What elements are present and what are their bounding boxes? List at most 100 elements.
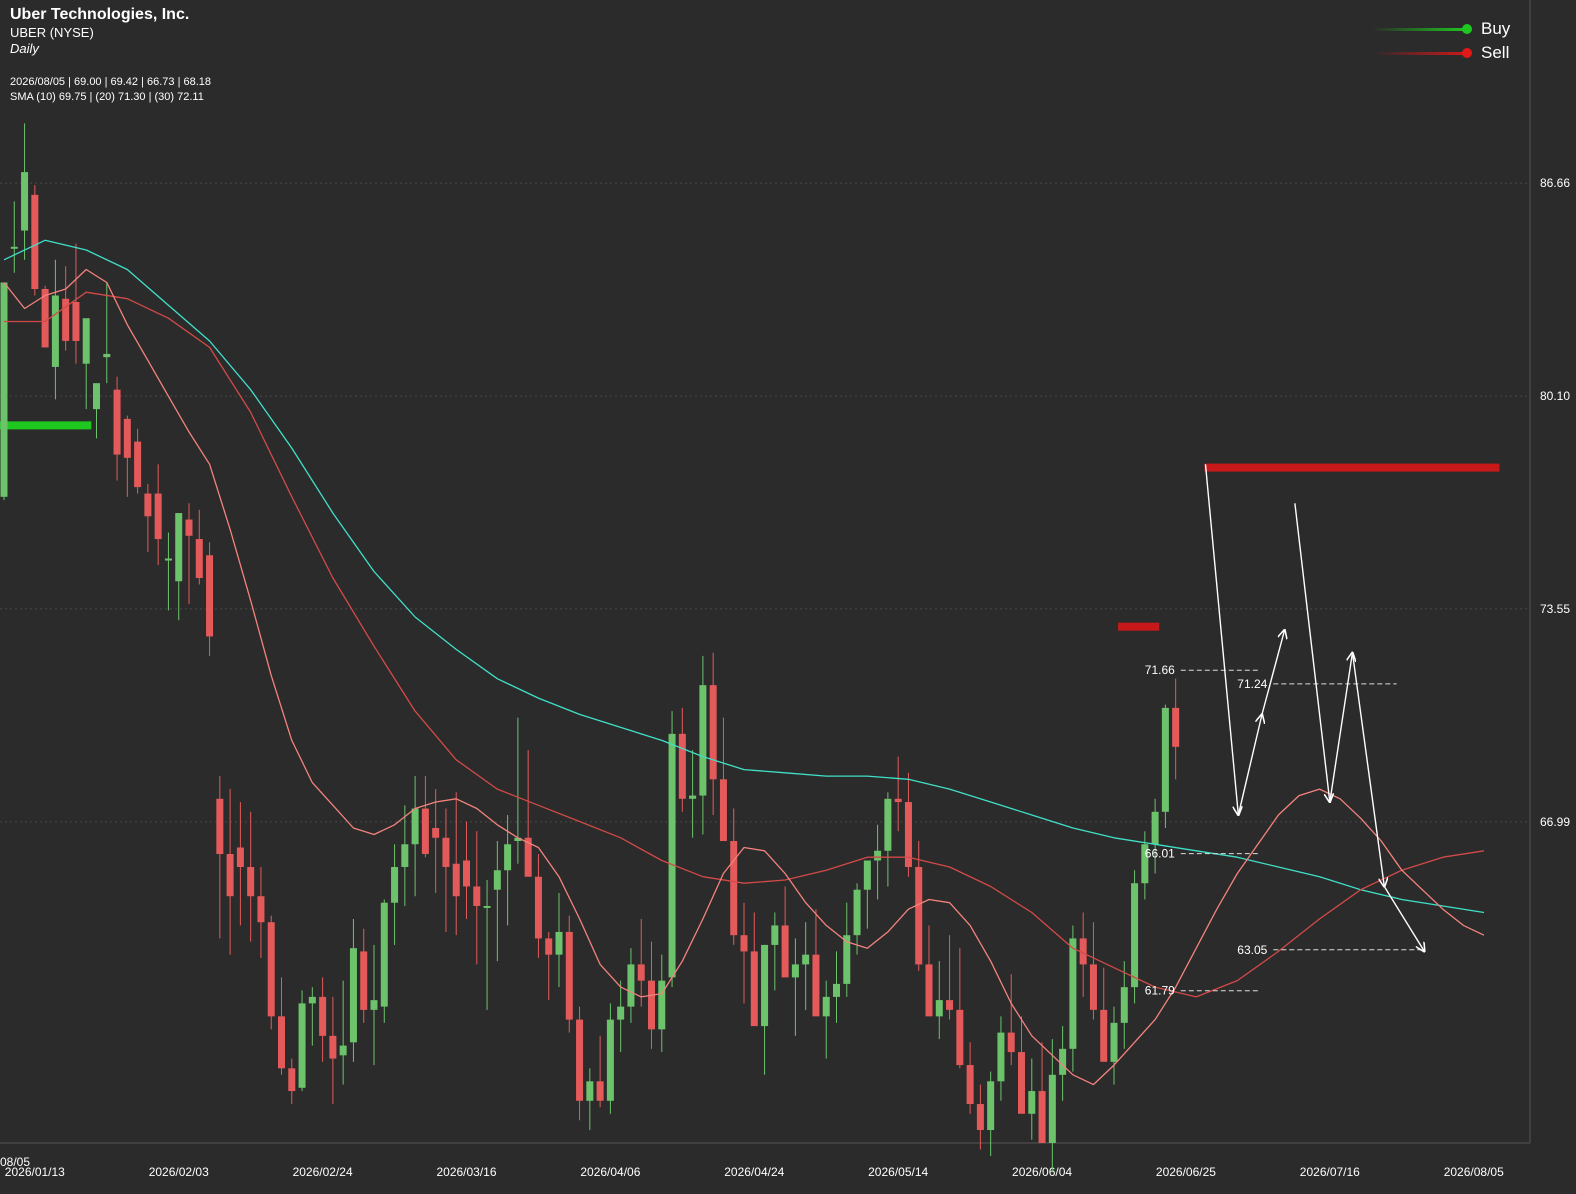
candle-body — [648, 980, 655, 1030]
candle-body — [740, 935, 748, 952]
candle-body — [82, 318, 90, 364]
buy-zone — [0, 421, 92, 430]
target-level-label: 61.79 — [1145, 984, 1175, 998]
x-tick-label: 2026/06/04 — [1012, 1165, 1072, 1179]
candle-body — [802, 954, 810, 965]
candle-body — [185, 519, 193, 536]
sma30-line — [3, 239, 1485, 914]
candle-body — [1151, 811, 1159, 845]
candle-body — [154, 493, 162, 540]
candle-body — [51, 295, 59, 367]
candle-body — [730, 841, 738, 936]
candle-body — [103, 353, 111, 358]
sma-readout: SMA (10) 69.75 | (20) 71.30 | (30) 72.11 — [10, 91, 204, 103]
candle-body — [329, 1035, 337, 1059]
candle-body — [719, 779, 727, 842]
candle-body — [411, 808, 419, 845]
candle-body — [1089, 964, 1097, 1010]
candle-body — [997, 1032, 1005, 1082]
chart-period: Daily — [10, 41, 39, 56]
candle-body — [216, 798, 224, 855]
candle-body — [1007, 1032, 1015, 1053]
candle-body — [689, 795, 697, 799]
candle-body — [884, 798, 892, 851]
candle-body — [668, 733, 676, 978]
candle-body — [534, 876, 542, 939]
candle-body — [463, 860, 470, 887]
candle-body — [1028, 1091, 1036, 1114]
x-tick-label: 2026/04/24 — [724, 1165, 784, 1179]
x-tick-label: 2026/03/16 — [436, 1165, 496, 1179]
candle-body — [545, 938, 553, 955]
candle-body — [555, 931, 563, 955]
candle-body — [473, 886, 481, 906]
candle-body — [298, 1003, 306, 1088]
candle-body — [504, 844, 512, 871]
y-tick-label: 80.10 — [1540, 389, 1570, 403]
candle-body — [678, 733, 686, 799]
candle-body — [370, 1000, 378, 1010]
x-tick-label: 2026/07/16 — [1300, 1165, 1360, 1179]
candle-body — [596, 1081, 604, 1101]
candle-body — [956, 1009, 964, 1066]
ohlc-readout: 2026/08/05 | 69.00 | 69.42 | 66.73 | 68.… — [10, 76, 212, 88]
candle-body — [586, 1081, 594, 1101]
x-tick-label: 2026/02/24 — [293, 1165, 353, 1179]
projection-arrow — [1261, 630, 1285, 715]
projection-arrow — [1237, 714, 1262, 816]
x-tick-label: 2026/08/05 — [1444, 1165, 1504, 1179]
candle-body — [925, 964, 933, 1017]
candle-body — [576, 1019, 584, 1101]
x-tick-label: 2026/06/25 — [1156, 1165, 1216, 1179]
target-level-label: 63.05 — [1237, 943, 1267, 957]
candle-body — [627, 964, 635, 1007]
candle-body — [267, 922, 275, 1017]
candle-body — [144, 493, 152, 517]
candle-body — [709, 685, 717, 780]
ticker-symbol: UBER (NYSE) — [10, 25, 94, 40]
candle-body — [781, 925, 789, 978]
legend-buy-line — [1372, 28, 1468, 31]
candle-body — [761, 944, 769, 1027]
sma20-line — [4, 291, 1485, 998]
candle-body — [391, 866, 399, 903]
candle-body — [134, 441, 142, 488]
legend-sell-label: Sell — [1481, 43, 1510, 62]
candle-body — [750, 951, 758, 1027]
candle-body — [946, 1000, 954, 1010]
candle-body — [1069, 938, 1077, 1049]
y-tick-label: 86.66 — [1540, 176, 1570, 190]
candle-body — [278, 1016, 285, 1069]
target-level-label: 71.24 — [1237, 677, 1267, 691]
legend-sell-dot — [1462, 48, 1472, 58]
candle-body — [812, 954, 820, 1017]
candle-body — [987, 1081, 995, 1131]
candle-body — [935, 1000, 943, 1017]
candle-body — [442, 837, 450, 867]
candle-body — [21, 172, 29, 231]
candle-body — [822, 996, 830, 1017]
projection-arrow — [1204, 464, 1238, 815]
candle-body — [617, 1006, 625, 1020]
candle-body — [113, 389, 121, 455]
candlestick-chart: 86.66 80.10 73.55 66.99 08/05 2026/01/13 2026/… — [0, 0, 1576, 1189]
candle-body — [0, 282, 8, 497]
candle-body — [1100, 1009, 1108, 1062]
candle-body — [1120, 987, 1128, 1023]
candle-body — [164, 558, 172, 561]
candle-body — [339, 1045, 347, 1056]
candle-body — [606, 1019, 614, 1101]
x-tick-label: 2026/02/03 — [149, 1165, 209, 1179]
legend-buy-label: Buy — [1481, 19, 1511, 38]
candle-body — [658, 980, 666, 1030]
candle-body — [1018, 1052, 1025, 1114]
legend-sell: Sell — [1372, 43, 1522, 65]
candle-body — [1048, 1074, 1056, 1143]
candle-body — [1131, 883, 1139, 988]
projection-arrow — [1351, 652, 1384, 887]
sell-zone — [1204, 463, 1500, 472]
x-tick-label: 2026/05/14 — [868, 1165, 928, 1179]
y-tick-label: 73.55 — [1540, 602, 1570, 616]
candle-body — [72, 301, 80, 341]
candle-body — [257, 896, 265, 923]
